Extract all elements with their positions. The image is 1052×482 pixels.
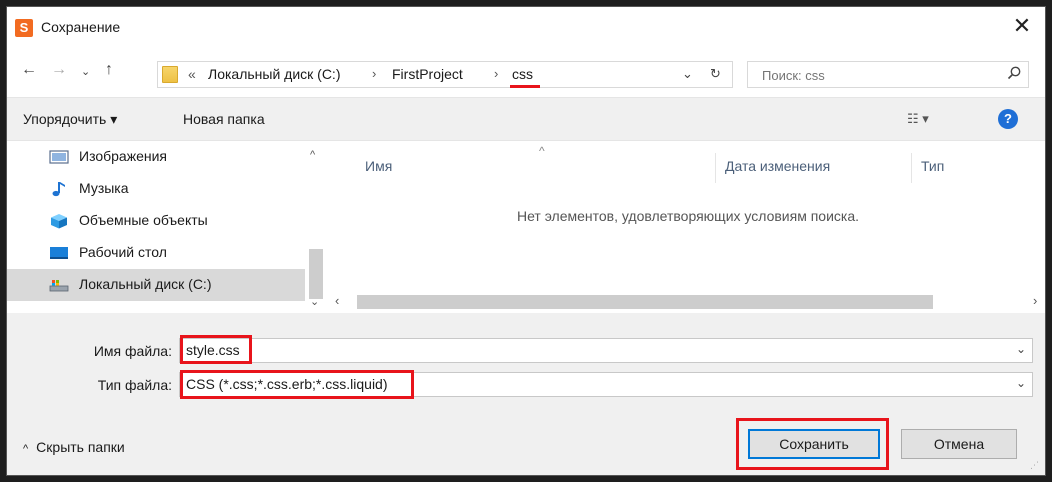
arrow-right-icon: → <box>51 61 67 78</box>
filename-label: Имя файла: <box>93 343 172 359</box>
chevron-down-icon[interactable]: ⌄ <box>1016 342 1026 356</box>
refresh-button[interactable]: ↻ <box>710 66 721 82</box>
address-bar[interactable]: « Локальный диск (C:) › FirstProject › c… <box>157 61 733 88</box>
column-divider[interactable] <box>715 153 716 183</box>
column-header-type[interactable]: Тип <box>921 158 944 174</box>
breadcrumb-overflow[interactable]: « <box>188 66 196 82</box>
column-divider[interactable] <box>911 153 912 183</box>
resize-grip-icon[interactable]: ⋰ <box>1030 461 1042 474</box>
hide-folders-label: Скрыть папки <box>36 439 125 455</box>
empty-folder-message: Нет элементов, удовлетворяющих условиям … <box>516 208 860 224</box>
chevron-down-icon: ⌄ <box>81 66 91 78</box>
cancel-button[interactable]: Отмена <box>901 429 1017 459</box>
arrow-up-icon: ↑ <box>105 61 113 78</box>
refresh-icon: ↻ <box>710 66 721 81</box>
chevron-down-icon[interactable]: ⌄ <box>1016 376 1026 390</box>
file-list: ^ Имя Дата изменения Тип Нет элементов, … <box>329 141 1045 313</box>
sidebar-item-label: Объемные объекты <box>79 212 208 228</box>
file-list-horizontal-scrollbar[interactable]: ‹ › <box>329 291 1045 313</box>
chevron-down-icon: ⌄ <box>682 66 693 81</box>
view-options-button[interactable]: ☷ ▾ <box>907 111 929 127</box>
new-folder-button[interactable]: Новая папка <box>183 111 265 127</box>
details-view-icon: ☷ ▾ <box>907 111 929 126</box>
breadcrumb-local-disk[interactable]: Локальный диск (C:) <box>208 66 341 82</box>
command-bar: Упорядочить ▾ Новая папка ☷ ▾ ? <box>7 97 1045 141</box>
filename-field[interactable]: style.css ⌄ <box>179 338 1033 363</box>
filetype-label: Тип файла: <box>97 377 172 393</box>
3d-objects-icon <box>51 214 67 229</box>
pictures-icon <box>49 150 69 164</box>
drive-icon <box>49 280 69 292</box>
scrollbar-thumb[interactable] <box>309 249 323 299</box>
sidebar-item-label: Локальный диск (C:) <box>79 276 212 292</box>
scroll-right-icon[interactable]: › <box>1033 293 1037 308</box>
folder-icon <box>162 66 178 83</box>
up-button[interactable]: ↑ <box>105 61 113 79</box>
save-highlight-annotation <box>736 418 889 470</box>
music-icon <box>52 182 65 197</box>
column-header-date-modified[interactable]: Дата изменения <box>725 158 830 174</box>
app-icon: S <box>15 19 33 37</box>
sidebar-scrollbar[interactable]: ^ ⌄ <box>305 141 327 313</box>
css-underline-annotation <box>510 85 540 88</box>
back-button[interactable]: ← <box>21 61 37 79</box>
arrow-left-icon: ← <box>21 61 37 78</box>
save-form: Имя файла: style.css ⌄ Тип файла: CSS (*… <box>7 313 1045 475</box>
sidebar-item-pictures[interactable]: Изображения <box>7 141 305 173</box>
scroll-up-icon[interactable]: ^ <box>310 149 315 161</box>
hide-folders-button[interactable]: ^ Скрыть папки <box>23 439 125 455</box>
column-header-name[interactable]: Имя <box>365 158 392 174</box>
sidebar-item-label: Рабочий стол <box>79 244 167 260</box>
scroll-left-icon[interactable]: ‹ <box>335 293 339 308</box>
sidebar-item-desktop[interactable]: Рабочий стол <box>7 237 305 269</box>
breadcrumb-css[interactable]: css <box>512 66 533 82</box>
sidebar-item-label: Музыка <box>79 180 129 196</box>
sidebar-item-music[interactable]: Музыка <box>7 173 305 205</box>
recent-locations-button[interactable]: ⌄ <box>81 65 90 78</box>
title-bar: S Сохранение ✕ <box>7 7 1045 49</box>
organize-menu[interactable]: Упорядочить ▾ <box>23 111 117 128</box>
chevron-up-icon: ^ <box>23 443 29 455</box>
search-icon[interactable] <box>1006 65 1022 81</box>
breadcrumb-separator-icon: › <box>494 66 499 81</box>
filename-highlight-annotation <box>180 335 252 364</box>
scrollbar-thumb[interactable] <box>357 295 933 309</box>
navigation-pane: Изображения Музыка Объемные объекты Рабо… <box>7 141 329 313</box>
breadcrumb-firstproject[interactable]: FirstProject <box>392 66 463 82</box>
filetype-highlight-annotation <box>180 370 414 399</box>
close-button[interactable]: ✕ <box>1005 11 1039 43</box>
close-icon: ✕ <box>1012 13 1032 38</box>
window-title: Сохранение <box>41 19 121 35</box>
help-icon[interactable]: ? <box>998 109 1018 129</box>
sidebar-item-local-disk[interactable]: Локальный диск (C:) <box>7 269 305 301</box>
sidebar-item-label: Изображения <box>79 148 167 164</box>
sort-ascending-icon: ^ <box>539 144 545 158</box>
save-dialog: S Сохранение ✕ ← → ⌄ ↑ « Локальный диск … <box>6 6 1046 476</box>
search-input[interactable] <box>762 63 992 87</box>
forward-button[interactable]: → <box>51 61 67 79</box>
search-box <box>747 61 1029 88</box>
desktop-icon <box>50 247 68 259</box>
scroll-down-icon[interactable]: ⌄ <box>310 295 319 308</box>
sidebar-item-3d-objects[interactable]: Объемные объекты <box>7 205 305 237</box>
breadcrumb-separator-icon: › <box>372 66 377 81</box>
address-dropdown-button[interactable]: ⌄ <box>682 66 693 82</box>
navigation-bar: ← → ⌄ ↑ « Локальный диск (C:) › FirstPro… <box>7 55 1045 93</box>
